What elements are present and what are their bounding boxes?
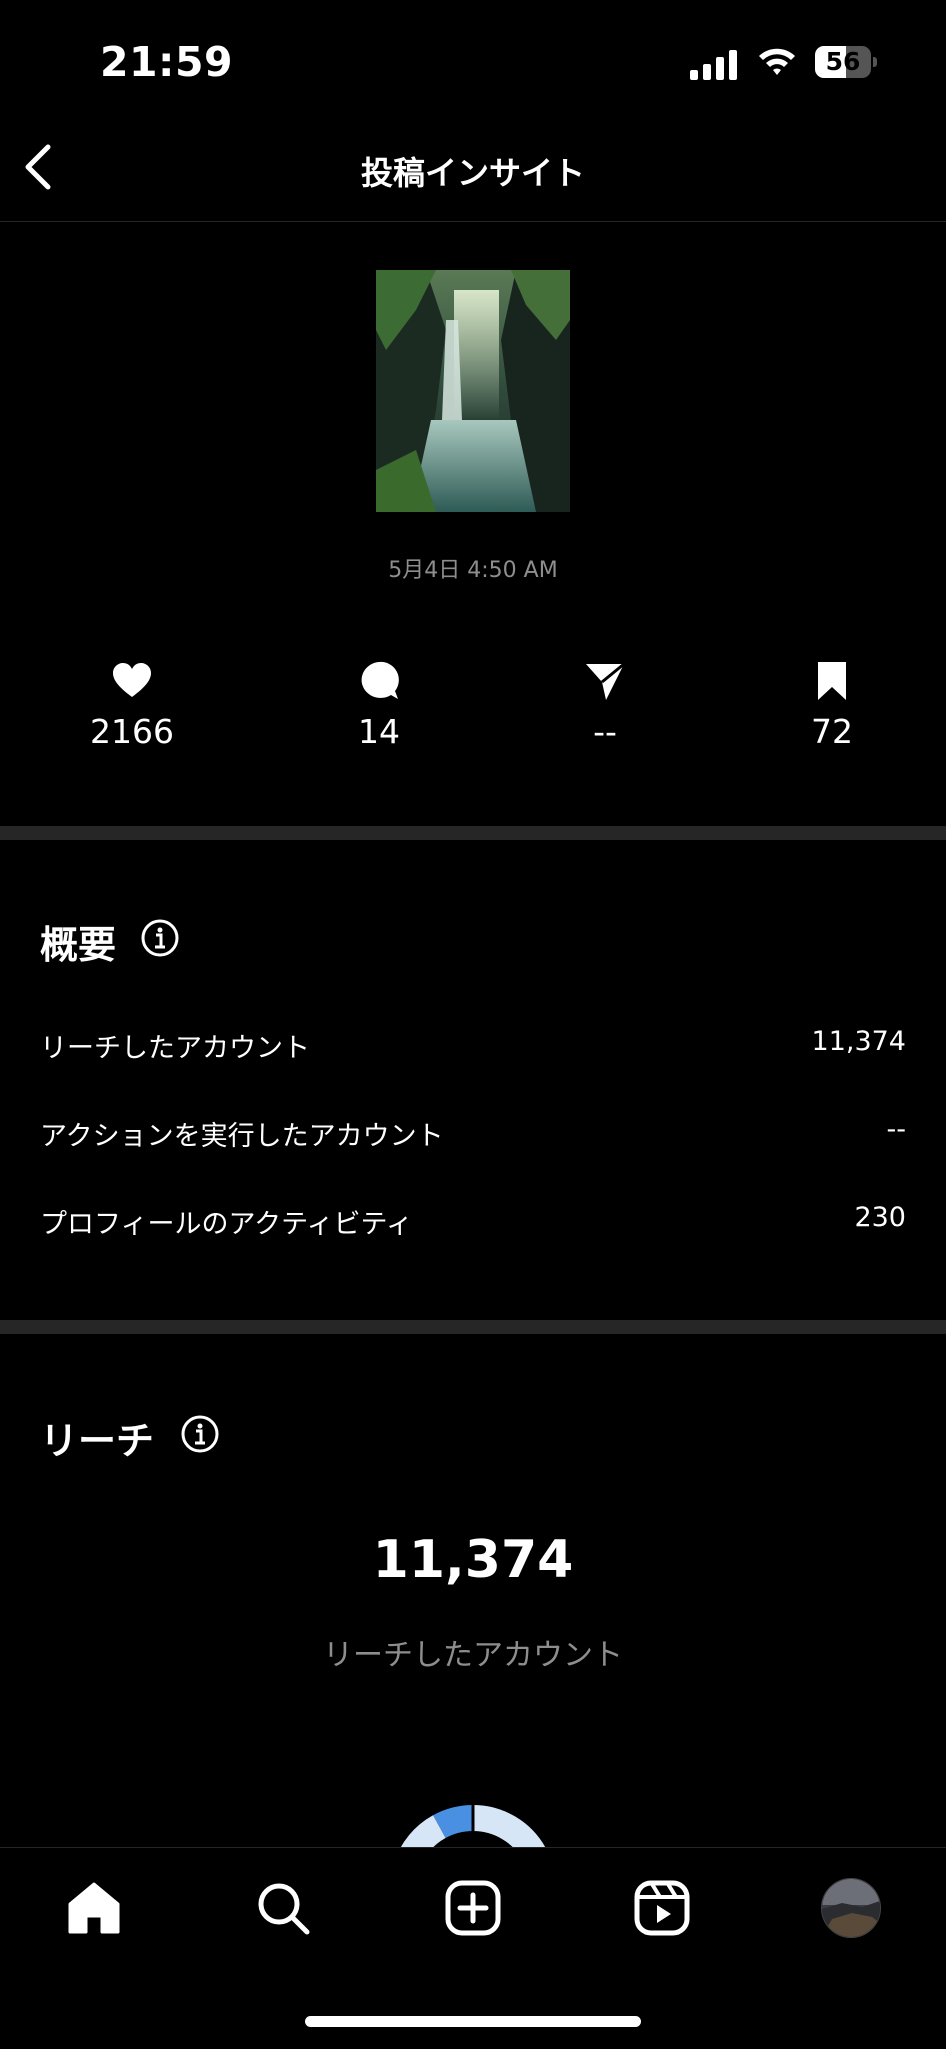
- overview-row-label: プロフィールのアクティビティ: [40, 1209, 413, 1240]
- search-icon: [258, 1883, 310, 1935]
- home-icon: [68, 1882, 120, 1934]
- reach-title: リーチ: [40, 1419, 155, 1463]
- cellular-signal-icon: [690, 48, 740, 80]
- nav-search[interactable]: [253, 1878, 313, 1938]
- overview-row-label: リーチしたアカウント: [40, 1033, 310, 1064]
- reach-subtitle: リーチしたアカウント: [323, 1638, 623, 1673]
- status-time: 21:59: [100, 38, 234, 86]
- post-date: 5月4日 4:50 AM: [388, 558, 558, 583]
- comments-metric: 14: [289, 660, 469, 751]
- overview-row-value: 11,374: [811, 1026, 906, 1057]
- comments-count: 14: [358, 712, 400, 751]
- heart-icon: [113, 663, 151, 697]
- battery-level: 56: [825, 47, 861, 76]
- header-divider: [0, 221, 946, 222]
- overview-row-value: --: [886, 1114, 907, 1145]
- page-title: 投稿インサイト: [360, 154, 585, 192]
- likes-metric: 2166: [42, 660, 222, 751]
- home-indicator[interactable]: [305, 2016, 641, 2027]
- avatar-image: [822, 1879, 880, 1937]
- saves-metric: 72: [742, 660, 922, 751]
- create-icon: [445, 1880, 501, 1936]
- nav-create[interactable]: [443, 1878, 503, 1938]
- info-icon[interactable]: [140, 918, 180, 958]
- overview-title: 概要: [40, 923, 117, 967]
- saves-count: 72: [811, 712, 853, 751]
- nav-home[interactable]: [64, 1878, 124, 1938]
- post-thumbnail[interactable]: [376, 270, 570, 512]
- profile-avatar[interactable]: [821, 1878, 881, 1938]
- overview-row-label: アクションを実行したアカウント: [40, 1121, 444, 1152]
- likes-count: 2166: [90, 712, 174, 751]
- waterfall-gorge-image: [376, 270, 570, 512]
- reels-icon: [634, 1880, 690, 1936]
- info-icon[interactable]: [180, 1414, 220, 1454]
- bookmark-icon: [818, 662, 846, 700]
- shares-count: --: [593, 712, 617, 751]
- wifi-icon: [759, 48, 795, 75]
- section-divider: [0, 1320, 946, 1334]
- nav-reels[interactable]: [632, 1878, 692, 1938]
- comment-icon: [361, 661, 399, 699]
- shares-metric: --: [515, 660, 695, 751]
- section-divider: [0, 826, 946, 840]
- battery-icon: 56: [815, 46, 877, 80]
- reach-total: 11,374: [372, 1530, 574, 1590]
- overview-row-value: 230: [854, 1202, 906, 1233]
- share-icon: [586, 662, 625, 700]
